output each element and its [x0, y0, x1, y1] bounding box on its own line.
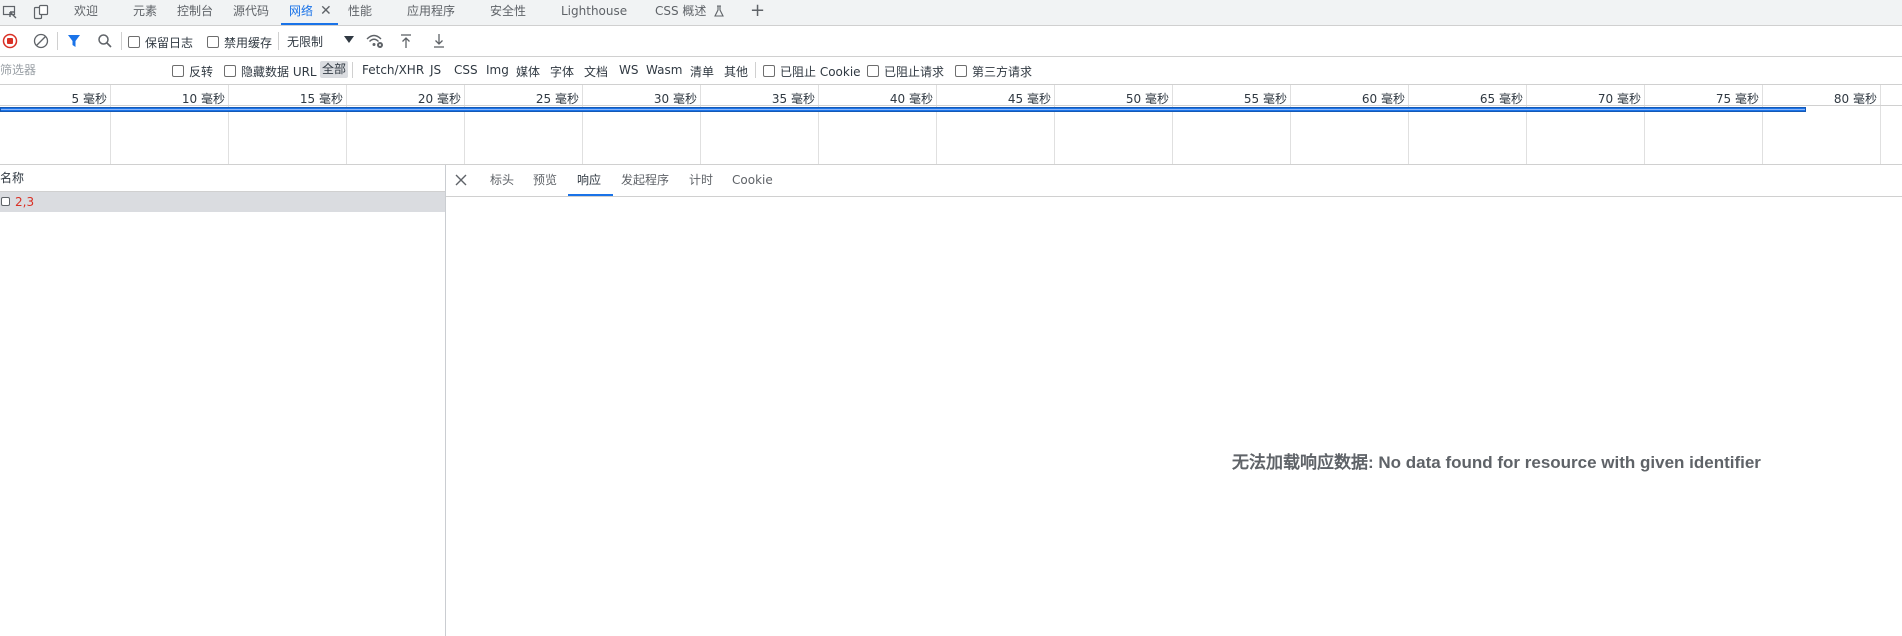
tab-response[interactable]: 响应	[577, 165, 601, 196]
request-list: 名称 2,3	[0, 165, 446, 636]
type-filter-other[interactable]: 其他	[724, 63, 748, 80]
timeline-gridline	[1880, 85, 1881, 164]
tab-css-overview[interactable]: CSS 概述	[655, 0, 725, 24]
type-filter-js[interactable]: JS	[430, 63, 441, 77]
request-waterfall-bar	[0, 107, 1806, 112]
disable-cache-label: 禁用缓存	[224, 36, 273, 50]
tab-timing[interactable]: 计时	[689, 165, 713, 196]
timeline-gridline	[110, 85, 111, 164]
timeline-gridline	[1054, 85, 1055, 164]
filter-divider	[755, 62, 756, 78]
timeline-gridline	[346, 85, 347, 164]
type-filter-img[interactable]: Img	[486, 63, 509, 77]
blocked-cookies-checkbox[interactable]	[763, 65, 775, 77]
disable-cache-checkbox[interactable]	[207, 36, 219, 48]
request-detail-panel: 标头 预览 响应 发起程序 计时 Cookie 无法加载响应数据: No dat…	[446, 165, 1902, 636]
type-filter-ws[interactable]: WS	[619, 63, 638, 77]
tab-welcome[interactable]: 欢迎	[74, 0, 98, 24]
column-header-name[interactable]: 名称	[0, 165, 445, 192]
tab-initiator[interactable]: 发起程序	[621, 165, 669, 196]
tab-preview[interactable]: 预览	[533, 165, 557, 196]
network-toolbar: 保留日志 禁用缓存 无限制	[0, 26, 1902, 57]
type-filter-doc[interactable]: 文档	[584, 63, 608, 80]
search-icon[interactable]	[97, 33, 113, 49]
tab-sources[interactable]: 源代码	[233, 0, 269, 24]
active-tab-indicator	[281, 23, 338, 25]
toolbar-divider	[278, 32, 279, 50]
third-party-checkbox[interactable]	[955, 65, 967, 77]
more-tools-plus-icon[interactable]: +	[750, 0, 765, 22]
import-har-icon[interactable]	[398, 33, 414, 49]
request-name[interactable]: 2,3	[15, 192, 34, 212]
filter-divider	[352, 62, 353, 78]
toolbar-divider	[57, 32, 58, 50]
tab-performance[interactable]: 性能	[348, 0, 372, 24]
type-filter-css[interactable]: CSS	[454, 63, 478, 77]
detail-tab-bar: 标头 预览 响应 发起程序 计时 Cookie	[446, 165, 1902, 197]
tab-security[interactable]: 安全性	[490, 0, 526, 24]
timeline-overview[interactable]: 5 毫秒 10 毫秒 15 毫秒 20 毫秒 25 毫秒 30 毫秒 35 毫秒…	[0, 85, 1902, 165]
blocked-requests-label: 已阻止请求	[884, 65, 945, 79]
blocked-cookies-label: 已阻止 Cookie	[780, 65, 861, 79]
tab-application[interactable]: 应用程序	[407, 0, 455, 24]
type-filter-fetch-xhr[interactable]: Fetch/XHR	[362, 63, 424, 77]
timeline-gridline	[464, 85, 465, 164]
device-toolbar-icon[interactable]	[33, 4, 49, 20]
experiment-flask-icon	[713, 5, 725, 17]
invert-label: 反转	[189, 65, 214, 79]
inspect-element-icon[interactable]	[2, 4, 18, 20]
timeline-gridline	[1408, 85, 1409, 164]
filter-input[interactable]	[0, 60, 160, 80]
close-tab-icon[interactable]: ✕	[320, 3, 332, 19]
clear-icon[interactable]	[33, 33, 49, 49]
response-empty-message: 无法加载响应数据: No data found for resource wit…	[1232, 453, 1761, 472]
type-filter-all[interactable]: 全部	[320, 61, 349, 78]
timeline-divider	[0, 105, 1902, 106]
preserve-log-label: 保留日志	[145, 36, 194, 50]
timeline-gridline	[1644, 85, 1645, 164]
third-party-label: 第三方请求	[972, 65, 1033, 79]
timeline-gridline	[228, 85, 229, 164]
tab-headers[interactable]: 标头	[490, 165, 514, 196]
hide-data-urls-label: 隐藏数据 URL	[241, 65, 317, 79]
filter-bar: 反转 隐藏数据 URL 全部 Fetch/XHR JS CSS Img 媒体 字…	[0, 57, 1902, 85]
blocked-requests-checkbox[interactable]	[867, 65, 879, 77]
timeline-gridline	[700, 85, 701, 164]
filter-icon[interactable]	[66, 33, 82, 49]
timeline-gridline	[582, 85, 583, 164]
timeline-gridline	[818, 85, 819, 164]
type-filter-font[interactable]: 字体	[550, 63, 574, 80]
timeline-gridline	[936, 85, 937, 164]
export-har-icon[interactable]	[431, 33, 447, 49]
throttling-select[interactable]: 无限制	[287, 33, 323, 50]
active-detail-tab-indicator	[568, 194, 613, 196]
tab-css-overview-label: CSS 概述	[655, 4, 707, 18]
preserve-log-checkbox[interactable]	[128, 36, 140, 48]
close-detail-icon[interactable]	[454, 173, 468, 187]
table-row[interactable]: 2,3	[0, 192, 445, 212]
invert-checkbox[interactable]	[172, 65, 184, 77]
document-icon	[1, 197, 10, 206]
hide-data-urls-checkbox[interactable]	[224, 65, 236, 77]
network-conditions-icon[interactable]	[366, 33, 384, 49]
timeline-gridline	[1526, 85, 1527, 164]
tab-cookies[interactable]: Cookie	[732, 165, 773, 196]
tab-console[interactable]: 控制台	[177, 0, 213, 24]
timeline-gridline	[1762, 85, 1763, 164]
waterfall-highlight	[1, 109, 1805, 110]
tab-network[interactable]: 网络	[289, 0, 313, 24]
tab-lighthouse[interactable]: Lighthouse	[561, 0, 627, 24]
stop-recording-icon[interactable]	[2, 33, 18, 49]
toolbar-divider	[121, 32, 122, 50]
type-filter-media[interactable]: 媒体	[516, 63, 540, 80]
dropdown-arrow-icon[interactable]	[344, 36, 354, 44]
timeline-gridline	[1290, 85, 1291, 164]
tab-elements[interactable]: 元素	[133, 0, 157, 24]
type-filter-manifest[interactable]: 清单	[690, 63, 714, 80]
devtools-tab-bar: 欢迎 元素 控制台 源代码 网络 ✕ 性能 应用程序 安全性 Lighthous…	[0, 0, 1902, 26]
timeline-gridline	[1172, 85, 1173, 164]
type-filter-wasm[interactable]: Wasm	[646, 63, 682, 77]
